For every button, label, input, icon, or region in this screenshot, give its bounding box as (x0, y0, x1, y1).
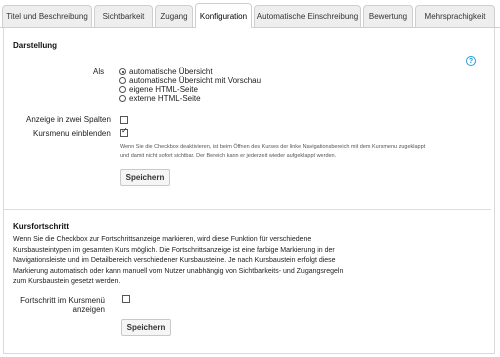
description-line: Navigationsleiste und im Detailbereich v… (13, 257, 336, 264)
progress-checkbox[interactable] (122, 295, 130, 303)
radio-label: automatische Übersicht mit Vorschau (129, 76, 262, 85)
section-title-darstellung: Darstellung (13, 41, 58, 50)
two-columns-checkbox[interactable] (120, 116, 128, 124)
section-divider (4, 209, 491, 210)
description-line: zum Kursbaustein gesetzt werden. (13, 278, 121, 285)
description-line: Markierung automatisch oder kann manuell… (13, 267, 344, 275)
section-title-kursfortschritt: Kursfortschritt (13, 222, 70, 231)
progress-label-line2: anzeigen (72, 305, 105, 314)
tab-konfiguration[interactable]: Konfiguration (195, 3, 252, 28)
radio-label: automatische Übersicht (129, 67, 213, 76)
save-button-darstellung[interactable]: Speichern (120, 169, 170, 186)
tab-zugang[interactable]: Zugang (155, 5, 193, 27)
als-label: Als (93, 67, 105, 76)
radio-automatische-uebersicht-vorschau[interactable] (119, 77, 126, 84)
description-line: Kursbausteintypen im gesamten Kurs mögli… (13, 246, 335, 254)
tab-mehrsprachigkeit[interactable]: Mehrsprachigkeit (415, 5, 495, 27)
description-line: Wenn Sie die Checkbox zur Fortschrittsan… (13, 236, 312, 243)
radio-label: eigene HTML-Seite (129, 85, 198, 94)
course-menu-hint-line1: Wenn Sie die Checkbox deaktivieren, ist … (120, 144, 426, 150)
radio-label: externe HTML-Seite (129, 94, 201, 103)
tab-titel-und-beschreibung[interactable]: Titel und Beschreibung (2, 5, 92, 27)
save-button-kursfortschritt[interactable]: Speichern (121, 319, 171, 336)
course-menu-hint-line2: und damit nicht sofort sichtbar. Der Ber… (120, 153, 337, 159)
course-menu-checkbox[interactable]: ✓ (120, 126, 128, 137)
tab-automatische-einschreibung[interactable]: Automatische Einschreibung (254, 5, 361, 27)
course-menu-label: Kursmenu einblenden (33, 129, 111, 138)
tab-bar: Titel und Beschreibung Sichtbarkeit Zuga… (0, 0, 500, 28)
radio-externe-html-seite[interactable] (119, 95, 126, 102)
checkmark-icon: ✓ (121, 126, 128, 135)
radio-eigene-html-seite[interactable] (119, 86, 126, 93)
tab-sichtbarkeit[interactable]: Sichtbarkeit (94, 5, 153, 27)
progress-label-line1: Fortschritt im Kursmenü (20, 296, 105, 305)
tab-bewertung[interactable]: Bewertung (363, 5, 413, 27)
radio-automatische-uebersicht[interactable] (119, 68, 126, 75)
help-icon[interactable]: ? (466, 56, 476, 66)
two-columns-label: Anzeige in zwei Spalten (26, 115, 111, 124)
kursfortschritt-description: Wenn Sie die Checkbox zur Fortschrittsan… (13, 235, 373, 288)
